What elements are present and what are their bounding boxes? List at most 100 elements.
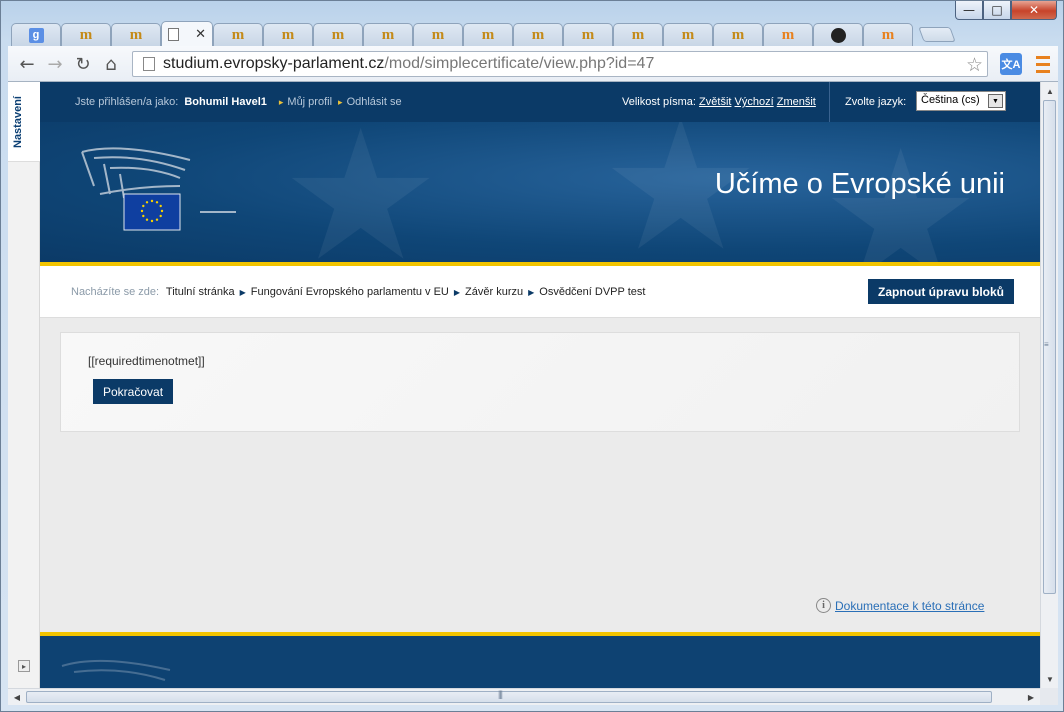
horizontal-scroll-thumb[interactable] — [26, 691, 992, 703]
tab[interactable] — [813, 23, 863, 46]
page-footer — [40, 636, 1040, 688]
breadcrumb-item-course[interactable]: Fungování Evropského parlamentu v EU — [251, 286, 449, 298]
minimize-button[interactable]: — — [955, 1, 983, 20]
user-name-link[interactable]: Bohumil Havel1 — [184, 96, 267, 108]
profile-link[interactable]: Můj profil — [287, 96, 332, 108]
tab[interactable]: m — [863, 23, 913, 46]
back-arrow-icon: ← — [19, 53, 35, 75]
tab[interactable]: m — [563, 23, 613, 46]
tab[interactable]: m — [263, 23, 313, 46]
bookmark-star-icon[interactable]: ☆ — [966, 54, 983, 76]
scroll-down-icon[interactable]: ▼ — [1042, 671, 1058, 687]
continue-button[interactable]: Pokračovat — [93, 379, 174, 404]
tab[interactable]: m — [713, 23, 763, 46]
browser-menu-icon[interactable] — [1032, 53, 1054, 75]
moodle-orange-icon: m — [781, 26, 795, 43]
moodle-orange-icon: m — [881, 26, 895, 43]
tab[interactable]: m — [613, 23, 663, 46]
breadcrumb-lead: Nacházíte se zde: — [71, 286, 160, 298]
font-bigger-link[interactable]: Zvětšit — [699, 96, 731, 108]
scroll-grip-icon: ≡ — [1044, 340, 1049, 349]
back-button[interactable]: ← — [16, 53, 38, 75]
tab[interactable]: m — [111, 23, 161, 46]
breadcrumb-item-home[interactable]: Titulní stránka — [166, 286, 235, 298]
url-path: /mod/simplecertificate/view.php?id=47 — [384, 55, 655, 72]
status-message: [[requiredtimenotmet]] — [88, 354, 205, 368]
moodle-icon: m — [431, 26, 445, 43]
moodle-icon: m — [381, 26, 395, 43]
document-icon — [168, 27, 179, 41]
european-parliament-logo — [81, 147, 236, 231]
breadcrumb-item-current[interactable]: Osvědčení DVPP test — [539, 286, 645, 298]
scrollbar-corner — [1040, 688, 1058, 705]
new-tab-button[interactable] — [918, 27, 956, 42]
tab[interactable]: m — [513, 23, 563, 46]
edit-blocks-button[interactable]: Zapnout úpravu bloků — [868, 279, 1014, 304]
scroll-left-icon[interactable]: ◀ — [9, 689, 25, 705]
scroll-right-icon[interactable]: ▶ — [1023, 689, 1039, 705]
moodle-icon: m — [281, 26, 295, 43]
decorative-star-icon: ★ — [280, 122, 442, 262]
font-size-controls: Velikost písma: Zvětšit Výchozí Zmenšit — [622, 96, 816, 108]
home-button[interactable]: ⌂ — [100, 53, 122, 75]
moodle-icon: m — [681, 26, 695, 43]
horizontal-scrollbar[interactable]: ◀ ||| ▶ — [8, 688, 1040, 705]
font-size-label: Velikost písma: — [622, 96, 696, 108]
reload-button[interactable]: ↻ — [72, 53, 94, 75]
arrow-right-icon: ▶ — [453, 288, 461, 297]
language-value: Čeština (cs) — [921, 94, 980, 106]
close-tab-icon[interactable]: ✕ — [195, 27, 206, 42]
browser-toolbar: ← → ↻ ⌂ studium.evropsky-parlament.cz/mo… — [8, 46, 1058, 82]
tab[interactable]: m — [463, 23, 513, 46]
breadcrumb: Nacházíte se zde: Titulní stránka ▶ Fungov… — [71, 286, 645, 298]
info-icon: i — [816, 598, 831, 613]
banner-title: Učíme o Evropské unii — [714, 168, 1005, 200]
scroll-up-icon[interactable]: ▲ — [1042, 83, 1058, 99]
moodle-page: Jste přihlášen/a jako: Bohumil Havel1 ▸ Můj… — [40, 82, 1040, 688]
url-host: studium.evropsky-parlament.cz — [163, 55, 385, 72]
scroll-grip-icon: ||| — [498, 689, 503, 699]
sidebar-expand-icon[interactable]: ▸ — [18, 660, 30, 672]
moodle-icon: m — [231, 26, 245, 43]
translate-icon[interactable]: 文A — [1000, 53, 1022, 75]
tab[interactable]: m — [663, 23, 713, 46]
github-icon — [830, 27, 846, 43]
tab[interactable]: g — [11, 23, 61, 46]
settings-sidebar: Nastavení ▸ — [8, 82, 40, 688]
settings-tab[interactable]: Nastavení — [8, 82, 40, 162]
moodle-icon: m — [79, 26, 93, 43]
page-icon — [143, 57, 155, 71]
reload-icon: ↻ — [75, 53, 91, 75]
maximize-button[interactable]: □ — [983, 1, 1011, 20]
forward-button[interactable]: → — [44, 53, 66, 75]
language-label: Zvolte jazyk: — [845, 96, 907, 108]
chevron-down-icon: ▼ — [988, 94, 1003, 108]
address-bar[interactable]: studium.evropsky-parlament.cz/mod/simple… — [132, 51, 988, 77]
arrow-right-icon: ▶ — [528, 288, 535, 297]
tab[interactable]: m — [763, 23, 813, 46]
documentation-link[interactable]: Dokumentace k této stránce — [835, 599, 984, 613]
moodle-icon: m — [481, 26, 495, 43]
moodle-icon: m — [129, 26, 143, 43]
certificate-content: [[requiredtimenotmet]] Pokračovat — [60, 332, 1020, 432]
breadcrumb-item-section[interactable]: Závěr kurzu — [465, 286, 523, 298]
arrow-right-icon: ▸ — [338, 97, 343, 107]
tab[interactable]: m — [363, 23, 413, 46]
font-smaller-link[interactable]: Zmenšit — [777, 96, 816, 108]
font-default-link[interactable]: Výchozí — [735, 96, 774, 108]
tab-active[interactable]: ✕ — [161, 21, 213, 46]
footer-logo-lines — [61, 659, 171, 681]
page-viewport: Nastavení ▸ Jste přihlášen/a jako: Bohumi… — [8, 82, 1058, 688]
tab[interactable]: m — [413, 23, 463, 46]
forward-arrow-icon: → — [47, 53, 63, 75]
site-banner: ★ ★ ★ Učíme o Evropské unii — [40, 122, 1040, 262]
logout-link[interactable]: Odhlásit se — [347, 96, 402, 108]
language-select[interactable]: Čeština (cs) ▼ — [916, 91, 1006, 111]
tab[interactable]: m — [313, 23, 363, 46]
vertical-scrollbar[interactable]: ▲ ≡ ▼ — [1040, 82, 1058, 688]
tab[interactable]: m — [213, 23, 263, 46]
close-window-button[interactable]: ✕ — [1011, 1, 1057, 20]
browser-window: — □ ✕ g m m ✕ m m m m m m m m m m m m m ← → ↻ ⌂ studium.… — [0, 0, 1064, 712]
url-text[interactable]: studium.evropsky-parlament.cz/mod/simple… — [163, 55, 654, 73]
tab[interactable]: m — [61, 23, 111, 46]
